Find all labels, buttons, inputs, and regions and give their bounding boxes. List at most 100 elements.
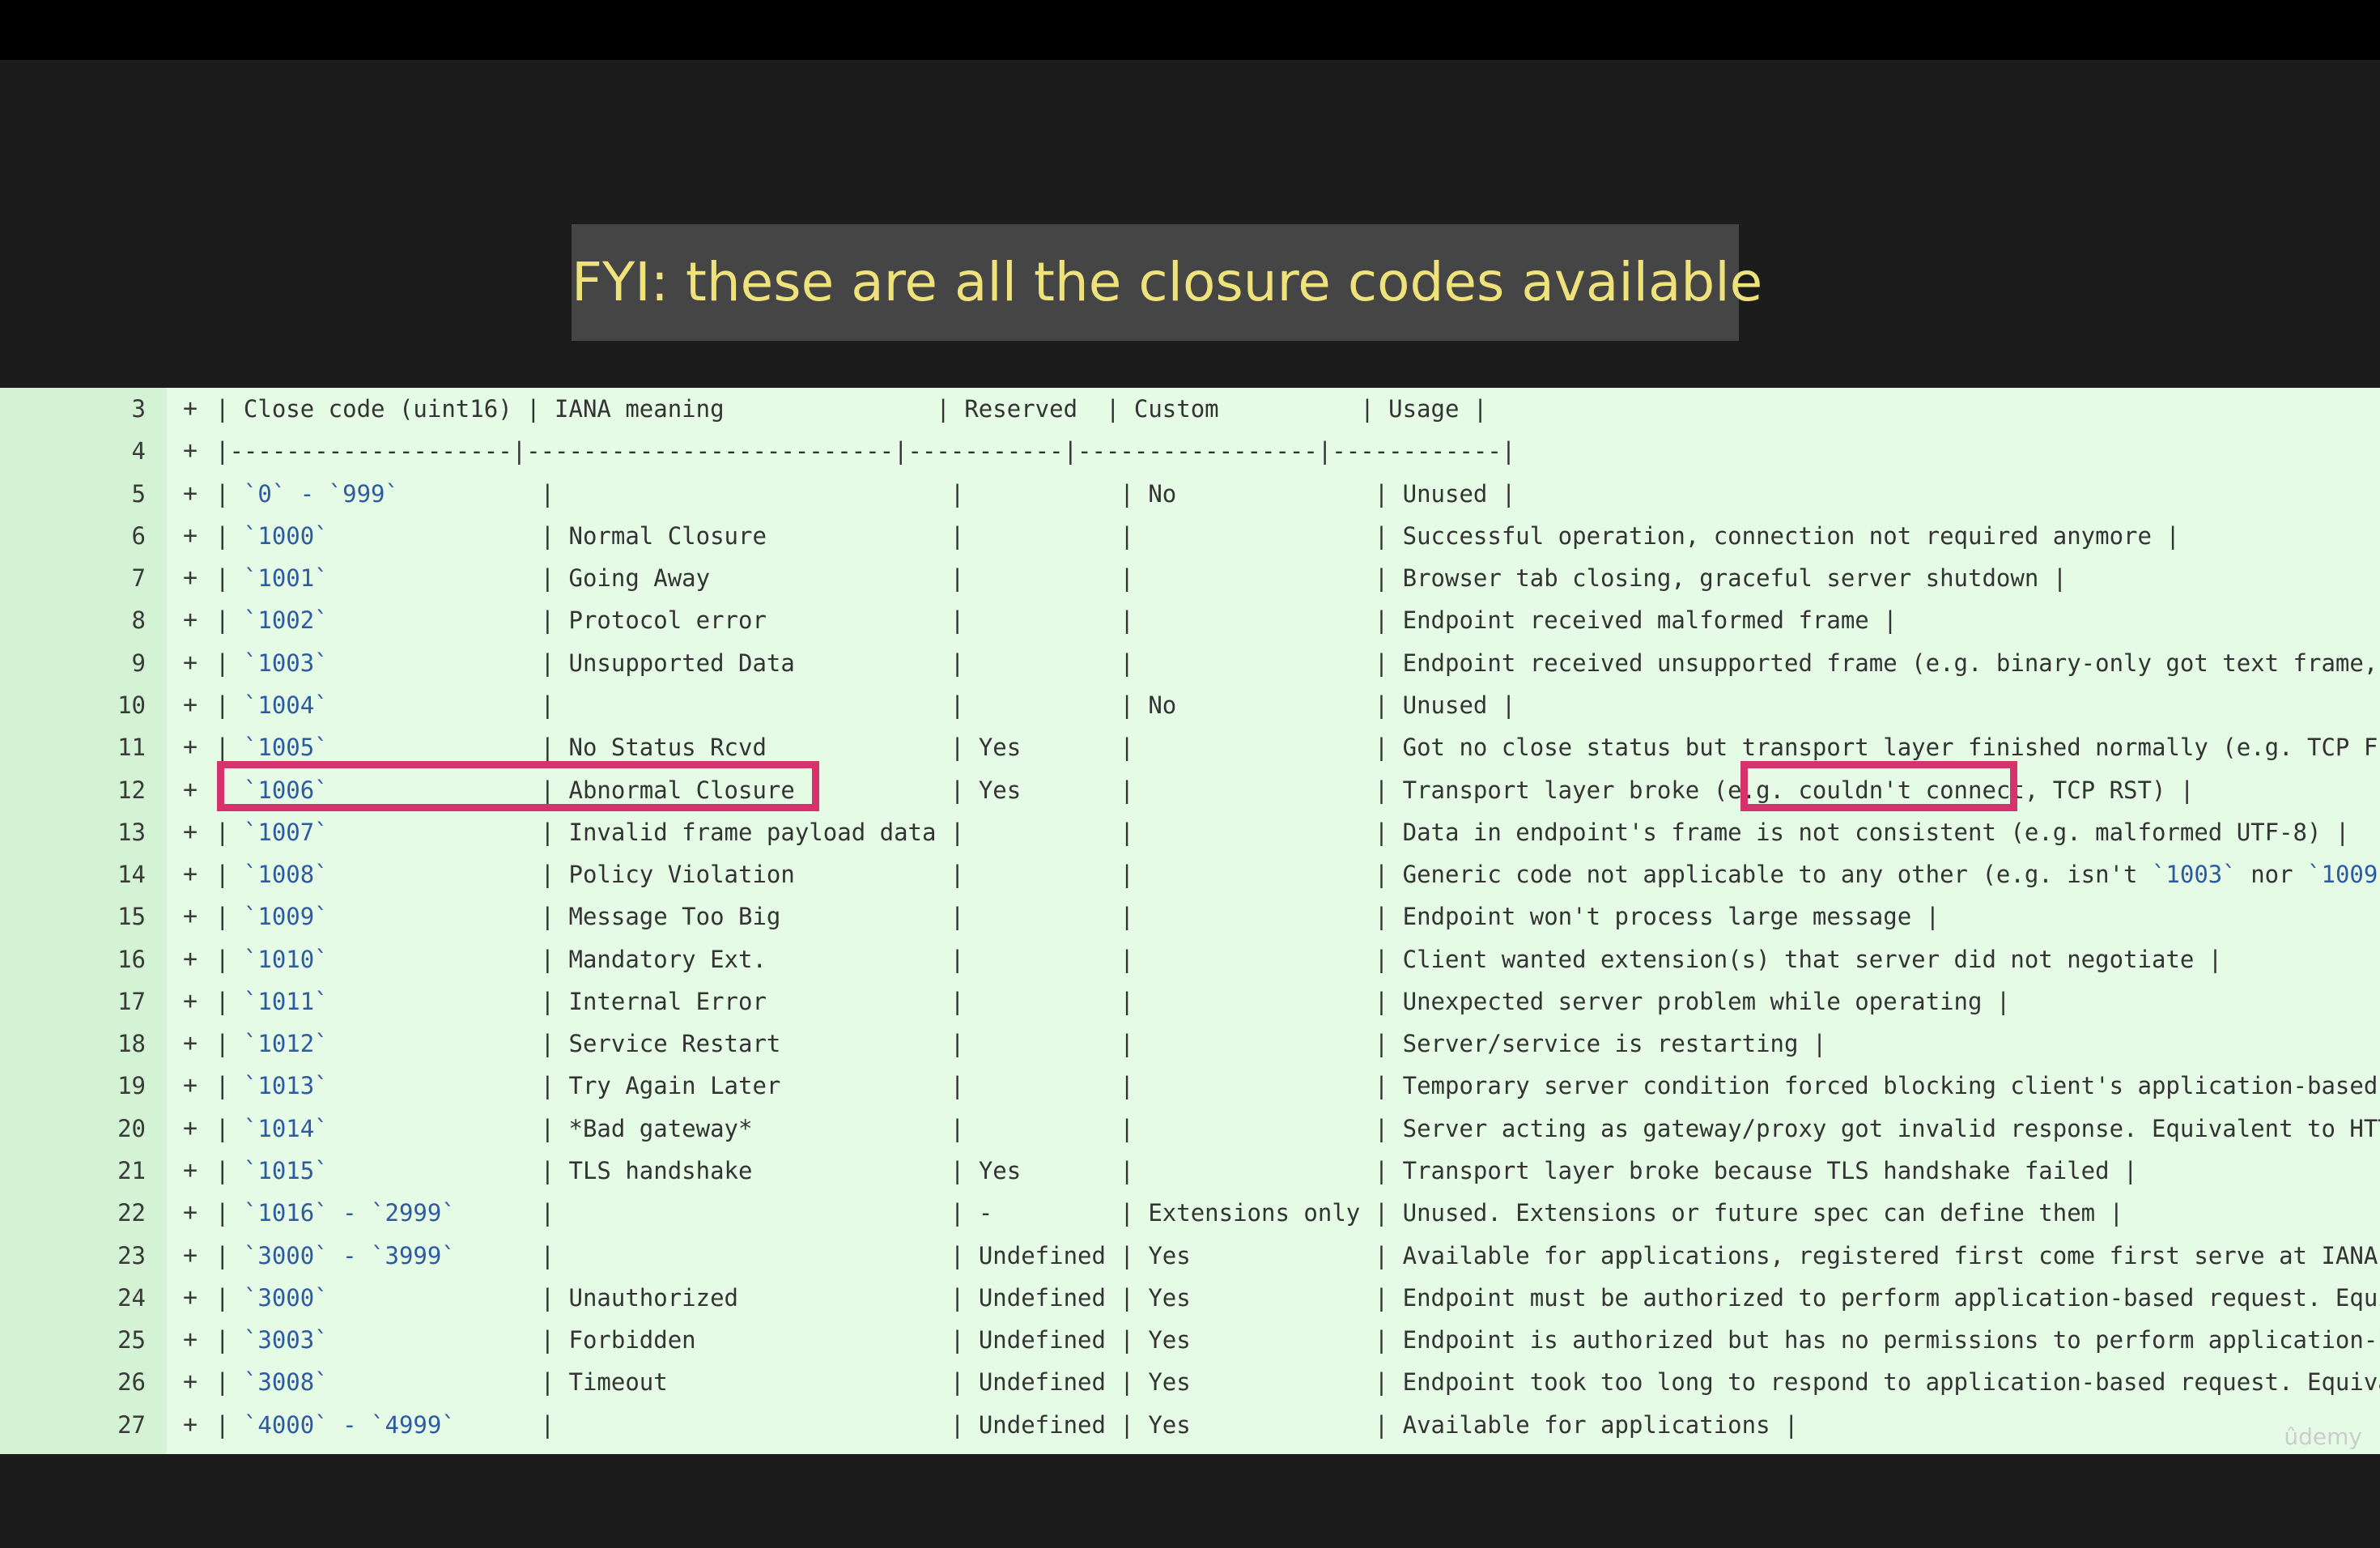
added-line-marker: + [182, 1410, 198, 1439]
diff-row: 15 + | `1009` | Message Too Big | | | Endp… [0, 895, 2380, 938]
line-content: | `4000` - `4999` | | Undefined | Yes | … [215, 1404, 1798, 1446]
diff-row: 7 + | `1001` | Going Away | | | Browser ta… [0, 557, 2380, 599]
text-span: | [215, 1157, 244, 1185]
line-number: 8 [131, 606, 146, 635]
inline-code-span: `1001` [243, 564, 329, 593]
text-span: | [215, 1114, 244, 1142]
text-span: |--------------------|------------------… [215, 437, 1516, 466]
added-line-marker: + [182, 606, 198, 635]
text-span: | [215, 734, 244, 762]
line-content: | `1011` | Internal Error | | | Unexpect… [215, 980, 2010, 1023]
line-number: 17 [117, 987, 146, 1015]
text-span: | [215, 1199, 244, 1227]
inline-code-span: `0` - `999` [243, 479, 399, 508]
udemy-watermark: ûdemy [2284, 1423, 2362, 1450]
line-content: | `1009` | Message Too Big | | | Endpoin… [215, 895, 1940, 938]
line-content: | `1010` | Mandatory Ext. | | | Client w… [215, 938, 2222, 980]
text-span: | [215, 818, 244, 846]
diff-row: 18 + | `1012` | Service Restart | | | Serv… [0, 1023, 2380, 1065]
diff-row: 8 + | `1002` | Protocol error | | | Endpoi… [0, 599, 2380, 641]
added-line-marker: + [182, 817, 198, 846]
added-line-marker: + [182, 521, 198, 550]
inline-code-span: `1003` [243, 649, 329, 677]
line-content: |--------------------|------------------… [215, 430, 1515, 472]
line-content: | `1000` | Normal Closure | | | Successf… [215, 515, 2180, 557]
text-span: | Service Restart | | | Server/service i… [328, 1030, 1827, 1058]
inline-code-span: `1004` [243, 691, 329, 719]
line-content: | `1007` | Invalid frame payload data | … [215, 811, 2349, 853]
line-number: 15 [117, 903, 146, 931]
text-span: | Try Again Later | | | Temporary server… [328, 1072, 2380, 1100]
line-number: 19 [117, 1072, 146, 1100]
text-span: | Invalid frame payload data | | | Data … [328, 818, 2350, 846]
text-span: | Internal Error | | | Unexpected server… [328, 987, 2011, 1015]
inline-code-span: `1013` [243, 1072, 329, 1100]
diff-row: 25 + | `3003` | Forbidden | Undefined | Ye… [0, 1319, 2380, 1361]
line-number: 11 [117, 734, 146, 762]
diff-row: 23 + | `3000` - `3999` | | Undefined | Yes… [0, 1235, 2380, 1277]
text-span: | Going Away | | | Browser tab closing, … [328, 564, 2068, 593]
inline-code-span: `3000` [243, 1283, 329, 1312]
line-content: | `1004` | | | No | Unused | [215, 684, 1515, 726]
diff-row: 3 + | Close code (uint16) | IANA meaning |… [0, 388, 2380, 430]
text-span: | Message Too Big | | | Endpoint won't p… [328, 903, 1940, 931]
added-line-marker: + [182, 1282, 198, 1312]
diff-row: 14 + | `1008` | Policy Violation | | | Gen… [0, 853, 2380, 895]
inline-code-span: `1015` [243, 1157, 329, 1185]
added-line-marker: + [182, 1156, 198, 1185]
diff-row: 11 + | `1005` | No Status Rcvd | Yes | | G… [0, 726, 2380, 768]
line-number: 27 [117, 1410, 146, 1439]
text-span: | [215, 649, 244, 677]
line-number: 20 [117, 1114, 146, 1142]
diff-row: 12 + | `1006` | Abnormal Closure | Yes | |… [0, 769, 2380, 811]
inline-code-span: `1006` [243, 776, 329, 804]
text-span: nor [2236, 861, 2308, 889]
inline-code-span: `3008` [243, 1368, 329, 1397]
inline-code-span: `1003` [2151, 861, 2237, 889]
line-number: 14 [117, 861, 146, 889]
caption-banner: FYI: these are all the closure codes ava… [572, 224, 1762, 341]
added-line-marker: + [182, 860, 198, 889]
text-span: | [215, 564, 244, 593]
text-span: | [215, 945, 244, 973]
added-line-marker: + [182, 775, 198, 804]
text-span: | [215, 1072, 244, 1100]
diff-row: 22 + | `1016` - `2999` | | - | Extensions … [0, 1192, 2380, 1234]
added-line-marker: + [182, 1113, 198, 1142]
line-number: 18 [117, 1030, 146, 1058]
line-content: | `1003` | Unsupported Data | | | Endpoi… [215, 642, 2380, 684]
text-span: | TLS handshake | Yes | | Transport laye… [328, 1157, 2138, 1185]
inline-code-span: `1009` [243, 903, 329, 931]
diff-row: 20 + | `1014` | *Bad gateway* | | | Server… [0, 1108, 2380, 1150]
text-span: | [215, 1410, 244, 1439]
text-span: | Unauthorized | Undefined | Yes | Endpo… [328, 1283, 2380, 1312]
line-content: | `1013` | Try Again Later | | | Tempora… [215, 1065, 2380, 1107]
added-line-marker: + [182, 1325, 198, 1354]
text-span: | Mandatory Ext. | | | Client wanted ext… [328, 945, 2223, 973]
line-content: | `1005` | No Status Rcvd | Yes | | Got … [215, 726, 2380, 768]
text-span: | [215, 479, 244, 508]
line-content: | `1014` | *Bad gateway* | | | Server ac… [215, 1108, 2380, 1150]
line-content: | `3000` | Unauthorized | Undefined | Ye… [215, 1277, 2380, 1319]
diff-view: 3 + | Close code (uint16) | IANA meaning |… [0, 388, 2380, 1454]
diff-row: 5 + | `0` - `999` | | | No | Unused | [0, 473, 2380, 515]
added-line-marker: + [182, 1029, 198, 1058]
added-line-marker: + [182, 944, 198, 973]
diff-row: 17 + | `1011` | Internal Error | | | Unexp… [0, 980, 2380, 1023]
text-span: | Forbidden | Undefined | Yes | Endpoint… [328, 1326, 2380, 1354]
added-line-marker: + [182, 1071, 198, 1100]
text-span: | | Undefined | Yes | Available for appl… [455, 1241, 2380, 1269]
text-span: | | | No | Unused | [398, 479, 1516, 508]
diff-row: 6 + | `1000` | Normal Closure | | | Succes… [0, 515, 2380, 557]
inline-code-span: `1002` [243, 606, 329, 635]
line-number: 23 [117, 1241, 146, 1269]
line-content: | `0` - `999` | | | No | Unused | [215, 473, 1515, 515]
added-line-marker: + [182, 648, 198, 677]
added-line-marker: + [182, 563, 198, 593]
added-line-marker: + [182, 394, 198, 423]
text-span: | [215, 1241, 244, 1269]
inline-code-span: `1014` [243, 1114, 329, 1142]
line-number: 3 [131, 395, 146, 423]
line-content: | `1006` | Abnormal Closure | Yes | | Tr… [215, 769, 2194, 811]
line-content: | `1002` | Protocol error | | | Endpoint… [215, 599, 1898, 641]
